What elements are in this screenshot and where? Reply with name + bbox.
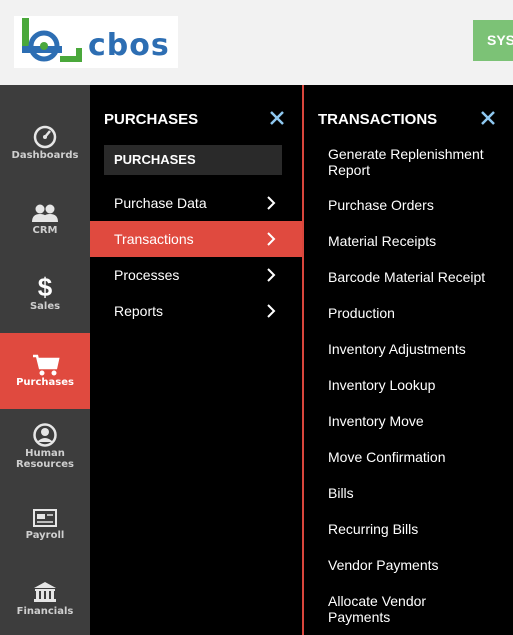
rail-label: Purchases — [16, 377, 74, 388]
menu-item-label: Inventory Adjustments — [328, 341, 466, 357]
chevron-right-icon — [267, 232, 276, 246]
rail-label-line2: Resources — [15, 459, 75, 470]
chevron-right-icon — [267, 268, 276, 282]
purchases-menu-panel: PURCHASES PURCHASES Purchase Data Transa… — [90, 85, 302, 635]
rail-label-line1: Human — [25, 448, 65, 459]
rail-item-sales[interactable]: $ Sales — [0, 267, 90, 343]
panel-title: PURCHASES — [104, 111, 199, 128]
menu-item-label-line1: Generate Replenishment — [328, 146, 484, 162]
chevron-right-icon — [267, 304, 276, 318]
person-icon — [33, 423, 57, 447]
cbos-logo[interactable]: cbos — [14, 16, 178, 68]
bank-icon — [34, 582, 56, 602]
menu-item-inventory-lookup[interactable]: Inventory Lookup — [328, 377, 508, 393]
payslip-icon — [33, 509, 57, 527]
menu-item-label-line1: Allocate Vendor — [328, 593, 427, 609]
rail-label: Dashboards — [11, 150, 79, 161]
chevron-right-icon — [267, 196, 276, 210]
rail-label: Payroll — [25, 530, 65, 541]
system-button[interactable]: SYS — [473, 20, 513, 61]
menu-item-label: Recurring Bills — [328, 521, 419, 537]
transactions-menu-panel: TRANSACTIONS Generate Replenishment Repo… — [304, 85, 513, 635]
menu-item-label: Transactions — [114, 231, 194, 247]
menu-item-barcode-material-receipt[interactable]: Barcode Material Receipt — [328, 269, 508, 285]
menu-item-move-confirmation[interactable]: Move Confirmation — [328, 449, 508, 465]
menu-item-label-line2: Report — [328, 162, 371, 178]
close-icon[interactable] — [479, 109, 497, 127]
menu-item-vendor-payments[interactable]: Vendor Payments — [328, 557, 508, 573]
rail-label: Financials — [16, 606, 74, 617]
menu-item-label: Purchase Orders — [328, 197, 434, 213]
menu-item-label-line2: Payments — [328, 609, 391, 625]
menu-item-inventory-move[interactable]: Inventory Move — [328, 413, 508, 429]
menu-item-generate-replenishment-report[interactable]: Generate Replenishment Report — [328, 146, 508, 178]
close-icon[interactable] — [268, 109, 286, 127]
menu-item-bills[interactable]: Bills — [328, 485, 508, 501]
rail-item-payroll[interactable]: Payroll — [0, 495, 90, 571]
menu-item-purchase-data[interactable]: Purchase Data — [90, 185, 302, 221]
menu-item-label: Production — [328, 305, 395, 321]
menu-item-transactions[interactable]: Transactions — [90, 221, 302, 257]
menu-item-inventory-adjustments[interactable]: Inventory Adjustments — [328, 341, 508, 357]
top-header: cbos SYS — [0, 0, 513, 85]
menu-item-label: Barcode Material Receipt — [328, 269, 486, 285]
rail-item-human-resources[interactable]: Human Resources — [0, 419, 90, 495]
menu-item-purchase-orders[interactable]: Purchase Orders — [328, 197, 508, 213]
rail-label: Sales — [29, 301, 61, 312]
rail-item-crm[interactable]: CRM — [0, 191, 90, 267]
dollar-icon: $ — [37, 272, 53, 302]
menu-item-label: Purchase Data — [114, 195, 207, 211]
menu-item-reports[interactable]: Reports — [90, 293, 302, 329]
rail-item-purchases[interactable]: Purchases — [0, 333, 100, 409]
menu-item-production[interactable]: Production — [328, 305, 508, 321]
menu-item-allocate-vendor-payments[interactable]: Allocate Vendor Payments — [328, 593, 508, 625]
rail-item-dashboards[interactable]: Dashboards — [0, 115, 90, 191]
menu-item-label: Reports — [114, 303, 164, 319]
section-subheading: PURCHASES — [104, 145, 282, 175]
dashboard-icon — [33, 125, 57, 149]
menu-item-label: Vendor Payments — [328, 557, 439, 573]
rail-label: CRM — [32, 225, 58, 236]
logo-text: cbos — [88, 28, 170, 63]
logo-mark-icon — [22, 18, 82, 62]
menu-item-label: Inventory Lookup — [328, 377, 436, 393]
rail-item-financials[interactable]: Financials — [0, 571, 90, 635]
menu-item-label: Processes — [114, 267, 180, 283]
menu-item-processes[interactable]: Processes — [90, 257, 302, 293]
panel-title: TRANSACTIONS — [318, 111, 438, 128]
menu-item-material-receipts[interactable]: Material Receipts — [328, 233, 508, 249]
module-rail: Dashboards CRM $ Sales Purchases Human R… — [0, 85, 100, 635]
users-icon — [32, 204, 58, 222]
menu-item-label: Inventory Move — [328, 413, 424, 429]
menu-item-label: Material Receipts — [328, 233, 437, 249]
menu-item-recurring-bills[interactable]: Recurring Bills — [328, 521, 508, 537]
menu-item-label: Bills — [328, 485, 354, 501]
cart-icon — [33, 354, 60, 376]
menu-item-label: Move Confirmation — [328, 449, 446, 465]
